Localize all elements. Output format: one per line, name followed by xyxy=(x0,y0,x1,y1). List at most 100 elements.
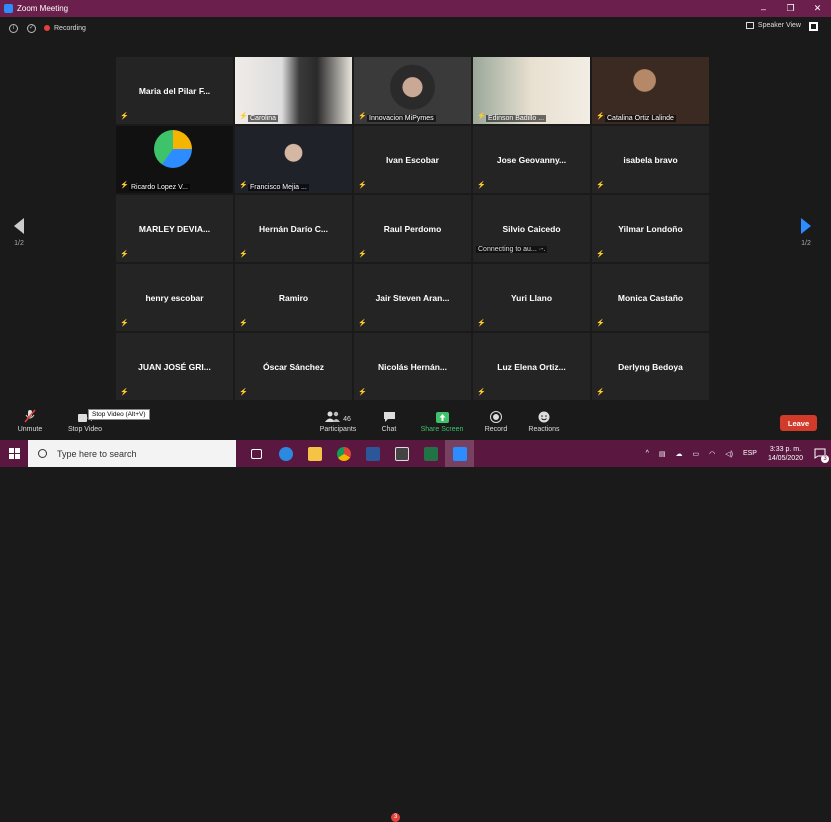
participant-tile[interactable]: Jose Geovanny... ⚡ xyxy=(473,126,590,193)
participant-tile[interactable]: Ivan Escobar ⚡ xyxy=(354,126,471,193)
windows-taskbar: Type here to search ^ ▤ ☁ ▭ ◠ ◁) ESP 3:3… xyxy=(0,440,831,467)
participant-tile[interactable]: ⚡ Ricardo Lopez V... xyxy=(116,126,233,193)
participant-tile[interactable]: henry escobar ⚡ xyxy=(116,264,233,331)
record-icon xyxy=(482,409,510,423)
title-bar: Zoom Meeting – ❐ ✕ xyxy=(0,0,831,17)
participant-tile[interactable]: ⚡ Carolina xyxy=(235,57,352,124)
mic-muted-icon: ⚡ xyxy=(596,113,605,120)
mic-muted-icon: ⚡ xyxy=(358,182,367,189)
share-screen-button[interactable]: Share Screen xyxy=(419,409,465,433)
participant-tile[interactable]: Yuri Llano ⚡ xyxy=(473,264,590,331)
speaker-view-button[interactable]: Speaker View xyxy=(745,22,801,29)
next-page-button[interactable]: 1/2 xyxy=(796,218,816,247)
meeting-topbar: i ✓ Recording xyxy=(0,17,831,39)
participant-tile[interactable]: JUAN JOSÉ GRI... ⚡ xyxy=(116,333,233,400)
zoom-app[interactable] xyxy=(445,440,474,467)
participants-button[interactable]: 46 Participants xyxy=(316,409,360,433)
notification-center-button[interactable]: 3 xyxy=(809,440,831,467)
mic-muted-icon: ⚡ xyxy=(358,113,367,120)
word-app[interactable] xyxy=(358,440,387,467)
mic-muted-icon: ⚡ xyxy=(358,320,367,327)
excel-app[interactable] xyxy=(416,440,445,467)
word-icon xyxy=(365,446,380,461)
battery-icon[interactable]: ▭ xyxy=(692,450,699,458)
participant-tile[interactable]: Hernán Darío C... ⚡ xyxy=(235,195,352,262)
participant-name: Ivan Escobar xyxy=(386,154,439,165)
notes-icon[interactable]: ▤ xyxy=(659,450,666,458)
participant-name: isabela bravo xyxy=(623,154,678,165)
participant-tile[interactable]: ⚡ Edinson Badillo ... xyxy=(473,57,590,124)
zoom-icon xyxy=(452,446,467,461)
unmute-button[interactable]: Unmute xyxy=(14,409,46,433)
participant-name: JUAN JOSÉ GRI... xyxy=(138,361,211,372)
participant-tile[interactable]: Yilmar Londoño ⚡ xyxy=(592,195,709,262)
fullscreen-icon[interactable] xyxy=(809,22,818,31)
stop-video-tooltip: Stop Video (Alt+V) xyxy=(88,409,150,420)
mic-muted-icon: ⚡ xyxy=(477,389,486,396)
stop-video-label: Stop Video xyxy=(67,426,103,433)
participant-tile[interactable]: ⚡ Innovacion MiPymes xyxy=(354,57,471,124)
participant-grid: Maria del Pilar F... ⚡ ⚡ Carolina ⚡ Innovacio… xyxy=(116,57,710,400)
file-explorer-app[interactable] xyxy=(300,440,329,467)
task-view-button[interactable] xyxy=(242,440,271,467)
participant-tile[interactable]: Óscar Sánchez ⚡ xyxy=(235,333,352,400)
restore-button[interactable]: ❐ xyxy=(777,0,804,17)
participant-tile[interactable]: Nicolás Hernán... ⚡ xyxy=(354,333,471,400)
participant-name: Maria del Pilar F... xyxy=(138,85,211,96)
participant-tile[interactable]: Luz Elena Ortiz... ⚡ xyxy=(473,333,590,400)
participant-tile[interactable]: Raul Perdomo ⚡ xyxy=(354,195,471,262)
chevron-up-icon[interactable]: ^ xyxy=(646,450,649,457)
participant-tile[interactable]: ⚡ Francisco Mejia ... xyxy=(235,126,352,193)
clock[interactable]: 3:33 p. m. 14/05/2020 xyxy=(768,445,803,463)
recording-indicator[interactable]: Recording xyxy=(44,25,86,32)
participant-name: Yuri Llano xyxy=(510,292,553,303)
edge-app[interactable] xyxy=(271,440,300,467)
start-button[interactable] xyxy=(0,440,28,467)
chrome-icon xyxy=(336,446,351,461)
mic-muted-icon: ⚡ xyxy=(239,182,248,189)
minimize-button[interactable]: – xyxy=(750,0,777,17)
language-indicator[interactable]: ESP xyxy=(743,450,757,457)
participant-name: Jair Steven Aran... xyxy=(375,292,450,303)
calculator-app[interactable] xyxy=(387,440,416,467)
participant-tile[interactable]: ⚡ Catalina Ortiz Lalinde xyxy=(592,57,709,124)
volume-icon[interactable]: ◁) xyxy=(725,450,733,458)
info-icon[interactable]: i xyxy=(9,23,18,33)
chat-button[interactable]: Chat xyxy=(376,409,402,433)
participant-name xyxy=(354,57,471,124)
grid-icon xyxy=(745,22,754,29)
mic-muted-icon: ⚡ xyxy=(477,182,486,189)
windows-logo-icon xyxy=(8,448,20,459)
taskbar-search[interactable]: Type here to search xyxy=(28,440,236,467)
mic-muted-icon xyxy=(14,409,46,423)
participant-tile[interactable]: Derlyng Bedoya ⚡ xyxy=(592,333,709,400)
participant-tile[interactable]: Maria del Pilar F... ⚡ xyxy=(116,57,233,124)
cloud-icon[interactable]: ☁ xyxy=(675,450,682,458)
participant-name xyxy=(235,126,352,193)
reactions-label: Reactions xyxy=(528,426,560,433)
mic-muted-icon: ⚡ xyxy=(120,182,129,189)
page-indicator-right: 1/2 xyxy=(801,240,811,247)
close-button[interactable]: ✕ xyxy=(804,0,831,17)
reactions-button[interactable]: Reactions xyxy=(525,409,563,433)
task-view-icon xyxy=(251,448,262,459)
shield-icon[interactable]: ✓ xyxy=(27,23,36,33)
chat-bubble-icon xyxy=(376,409,402,423)
participant-tile[interactable]: Ramiro ⚡ xyxy=(235,264,352,331)
mic-muted-icon: ⚡ xyxy=(358,389,367,396)
window-title: Zoom Meeting xyxy=(17,4,69,13)
participant-tile[interactable]: Silvio Caicedo Connecting to au... ·-. xyxy=(473,195,590,262)
participants-count: 46 xyxy=(343,416,351,423)
participant-tile[interactable]: isabela bravo ⚡ xyxy=(592,126,709,193)
chrome-app[interactable] xyxy=(329,440,358,467)
wifi-icon[interactable]: ◠ xyxy=(709,450,715,458)
participant-tile[interactable]: Jair Steven Aran... ⚡ xyxy=(354,264,471,331)
participant-tile[interactable]: Monica Castaño ⚡ xyxy=(592,264,709,331)
record-button[interactable]: Record xyxy=(482,409,510,433)
participants-label: Participants xyxy=(319,426,357,433)
prev-page-button[interactable]: 1/2 xyxy=(9,218,29,247)
participant-name: henry escobar xyxy=(145,292,204,303)
leave-button[interactable]: Leave xyxy=(780,415,817,431)
participant-tile[interactable]: MARLEY DEVIA... ⚡ xyxy=(116,195,233,262)
share-screen-label: Share Screen xyxy=(420,426,464,433)
